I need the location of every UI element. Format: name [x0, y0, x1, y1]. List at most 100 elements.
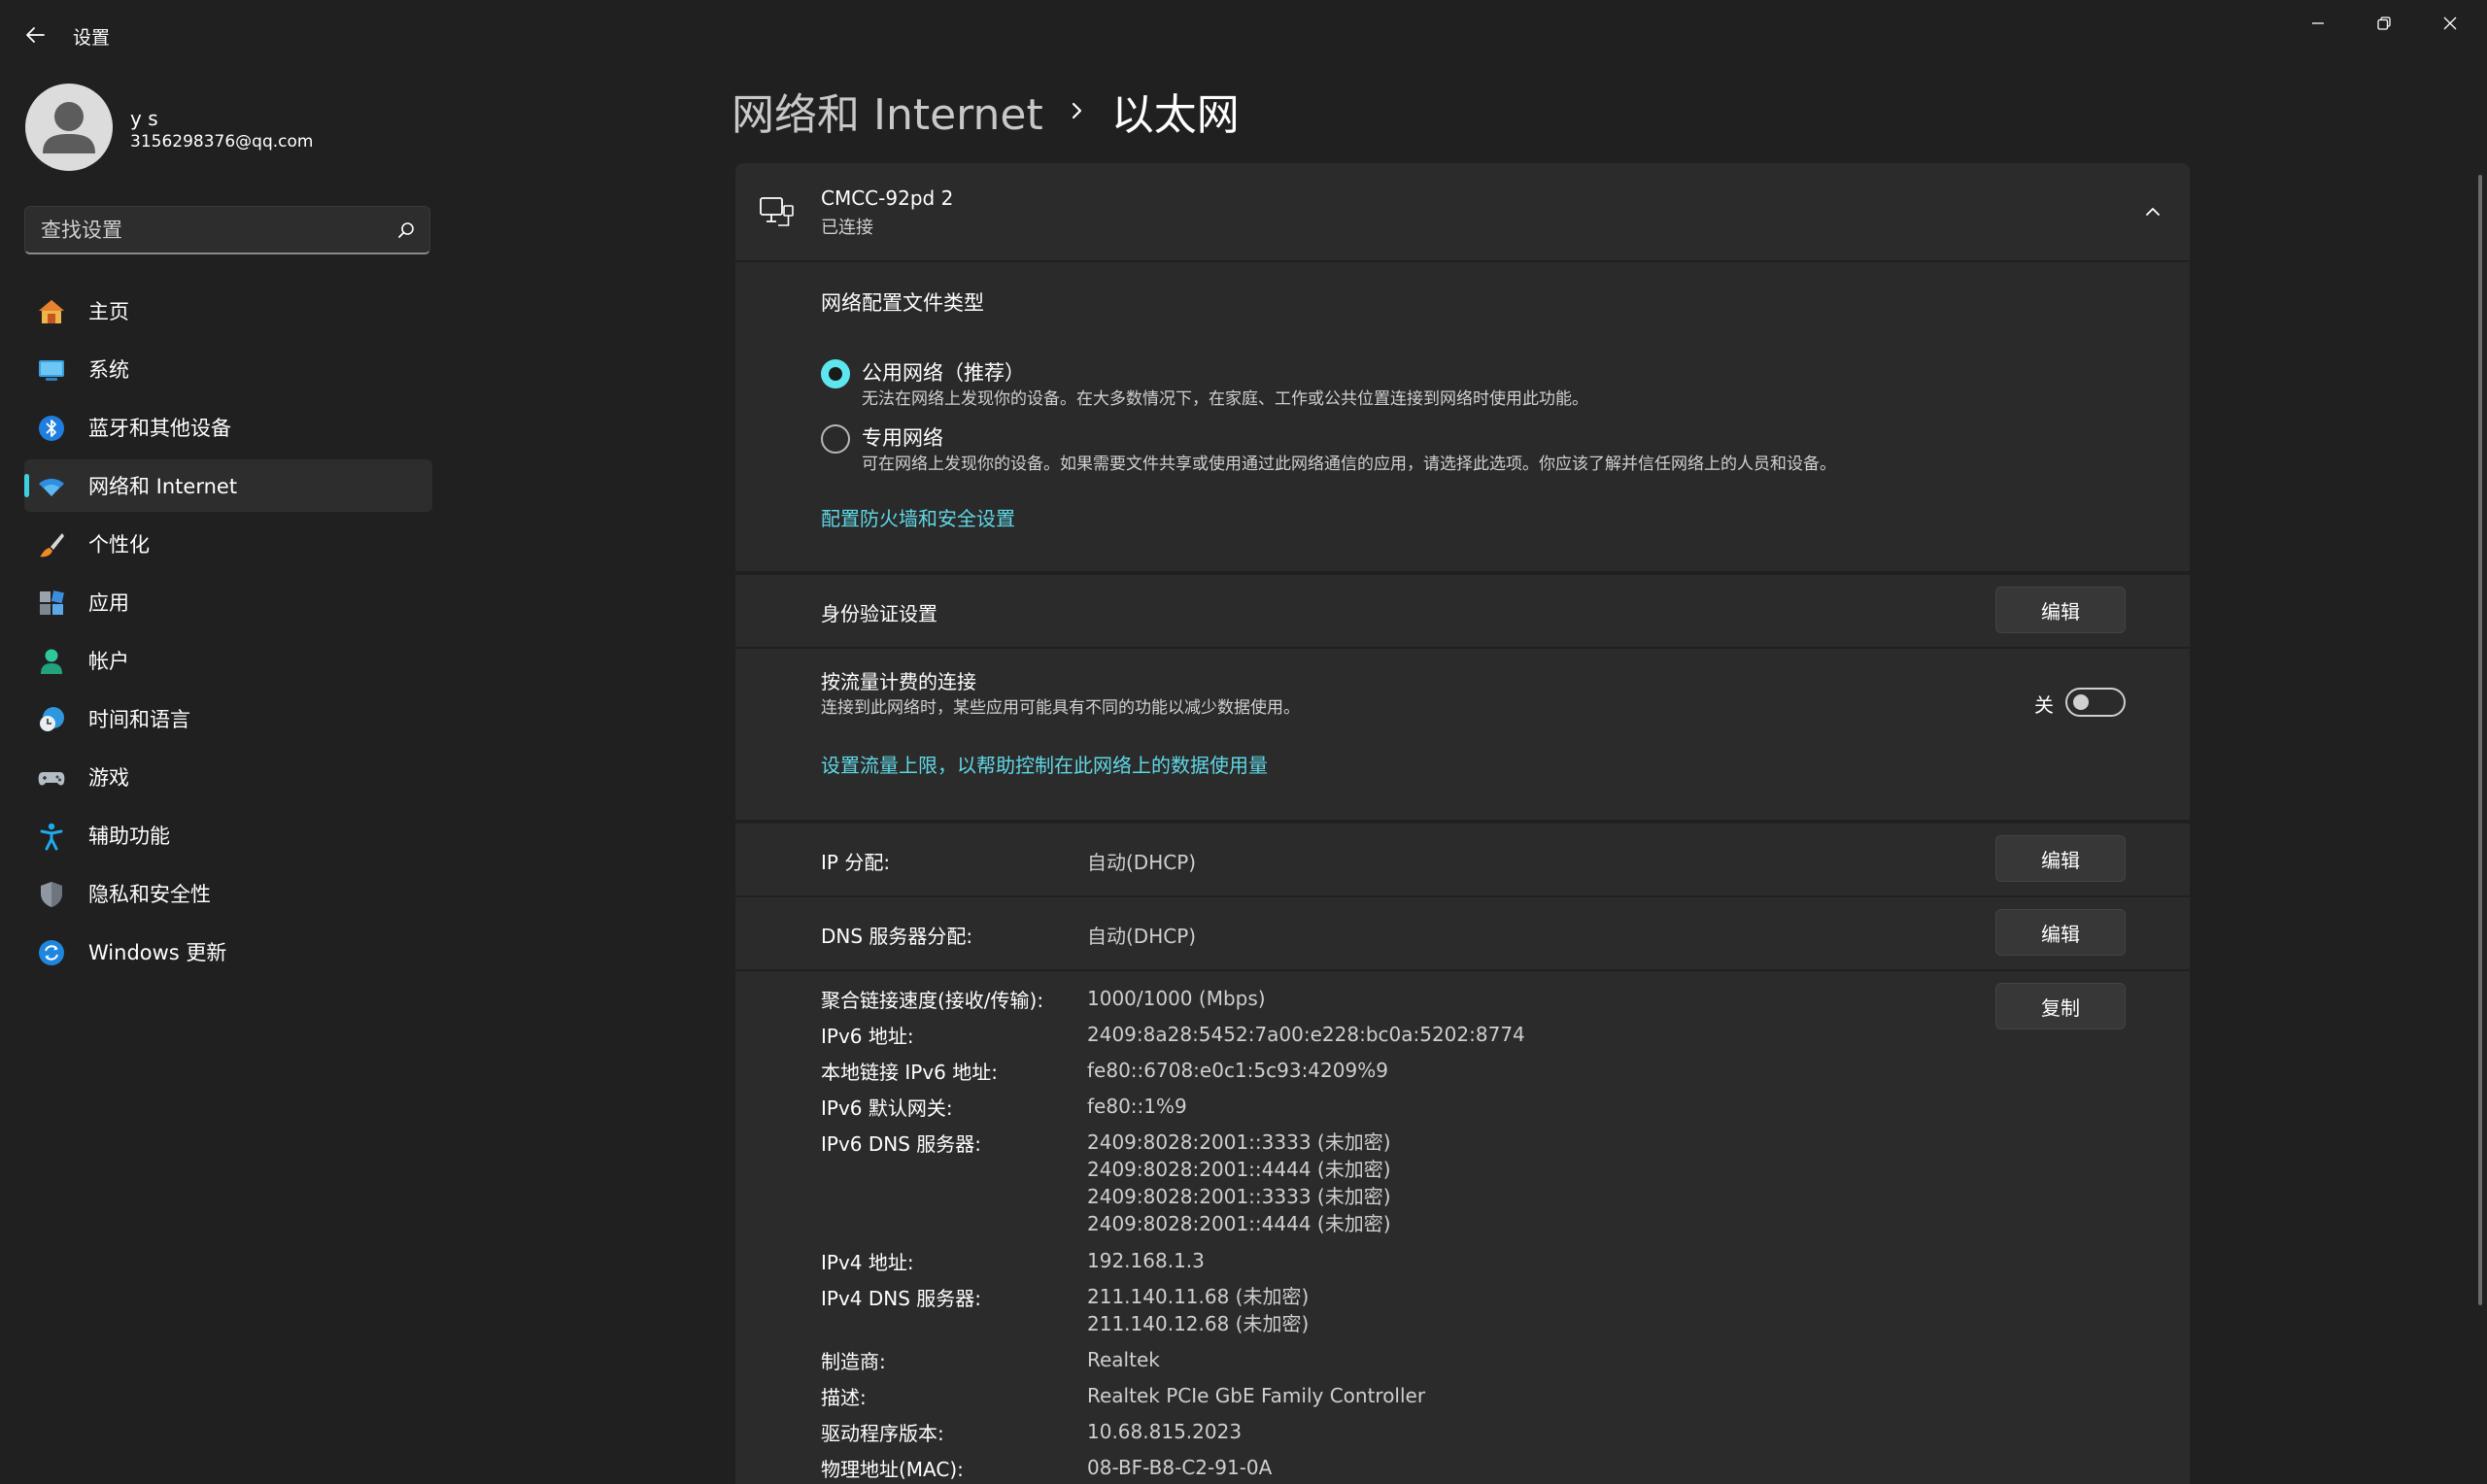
breadcrumb-parent[interactable]: 网络和 Internet [732, 80, 1043, 142]
search-input[interactable] [39, 217, 389, 244]
property-value: 211.140.12.68 (未加密) [1087, 1312, 1310, 1335]
property-value: 192.168.1.3 [1087, 1249, 1205, 1272]
property-key: IPv4 DNS 服务器: [821, 1287, 982, 1310]
avatar[interactable] [25, 84, 113, 171]
ip-assignment-row: IP 分配: 自动(DHCP) 编辑 [735, 824, 2190, 895]
sidebar-item-gaming[interactable]: 游戏 [24, 751, 432, 803]
ethernet-adapter-icon [760, 197, 794, 226]
radio-desc: 无法在网络上发现你的设备。在大多数情况下，在家庭、工作或公共位置连接到网络时使用… [862, 389, 1588, 409]
auth-settings-row: 身份验证设置 编辑 [735, 575, 2190, 647]
row-label: IP 分配: [821, 851, 891, 874]
minimize-button[interactable] [2285, 0, 2351, 47]
row-desc: 连接到此网络时，某些应用可能具有不同的功能以减少数据使用。 [821, 698, 1300, 718]
radio-selected[interactable] [821, 359, 850, 388]
sidebar-item-bluetooth[interactable]: 蓝牙和其他设备 [24, 401, 432, 454]
property-key: IPv4 地址: [821, 1251, 914, 1274]
property-value: 1000/1000 (Mbps) [1087, 987, 1266, 1010]
property-key: 制造商: [821, 1350, 886, 1373]
sidebar-item-accessibility[interactable]: 辅助功能 [24, 809, 432, 861]
radio-label: 专用网络 [862, 426, 943, 450]
row-label: 按流量计费的连接 [821, 670, 976, 693]
property-key: IPv6 地址: [821, 1025, 914, 1048]
account-icon [37, 647, 66, 676]
restore-button[interactable] [2351, 0, 2417, 47]
property-value: 2409:8028:2001::4444 (未加密) [1087, 1158, 1391, 1181]
toggle-state-label: 关 [2034, 693, 2054, 717]
close-icon [2443, 17, 2457, 30]
property-key: 本地链接 IPv6 地址: [821, 1061, 998, 1084]
close-button[interactable] [2417, 0, 2483, 47]
sidebar-item-apps[interactable]: 应用 [24, 576, 432, 628]
data-limit-link[interactable]: 设置流量上限，以帮助控制在此网络上的数据使用量 [821, 750, 1268, 778]
adapter-header[interactable]: CMCC-92pd 2 已连接 [735, 163, 2190, 260]
search-box[interactable] [24, 206, 430, 254]
sidebar-item-label: 游戏 [88, 766, 129, 790]
back-button[interactable] [17, 17, 52, 52]
minimize-icon [2312, 22, 2324, 24]
sidebar-nav: 主页 系统 蓝牙和其他设备 网络和 Internet 个性化 应用 帐户 时间和… [24, 285, 432, 984]
page-title: 以太网 [1110, 90, 1240, 140]
sidebar-item-privacy[interactable]: 隐私和安全性 [24, 867, 432, 920]
copy-button[interactable]: 复制 [1995, 983, 2126, 1029]
collapse-button[interactable] [2135, 194, 2170, 229]
property-value: 08-BF-B8-C2-91-0A [1087, 1456, 1273, 1479]
sidebar-item-label: 帐户 [88, 650, 129, 673]
sidebar-item-label: 网络和 Internet [88, 475, 238, 498]
property-value: fe80::1%9 [1087, 1095, 1187, 1118]
radio-desc: 可在网络上发现你的设备。如果需要文件共享或使用通过此网络通信的应用，请选择此选项… [862, 455, 1836, 474]
sidebar-item-personalization[interactable]: 个性化 [24, 518, 432, 570]
ip-edit-button[interactable]: 编辑 [1995, 835, 2126, 882]
row-value: 自动(DHCP) [1087, 925, 1197, 948]
sidebar-item-network[interactable]: 网络和 Internet [24, 459, 432, 512]
section-title: 网络配置文件类型 [821, 291, 984, 315]
scrollbar[interactable] [2478, 175, 2482, 1305]
sidebar-item-label: 隐私和安全性 [88, 883, 211, 906]
property-value: 2409:8028:2001::3333 (未加密) [1087, 1130, 1391, 1154]
property-key: 物理地址(MAC): [821, 1458, 964, 1481]
search-icon[interactable] [396, 220, 416, 240]
gamepad-icon [37, 763, 66, 793]
sidebar-item-windows-update[interactable]: Windows 更新 [24, 926, 432, 978]
property-value: fe80::6708:e0c1:5c93:4209%9 [1087, 1059, 1388, 1082]
chevron-right-icon [1069, 99, 1086, 122]
metered-toggle[interactable] [2065, 688, 2126, 717]
property-value: 2409:8028:2001::4444 (未加密) [1087, 1212, 1391, 1235]
title-bar: 设置 [0, 0, 2487, 70]
network-profile-section: 网络配置文件类型 公用网络（推荐） 无法在网络上发现你的设备。在大多数情况下，在… [735, 262, 2190, 571]
restore-icon [2377, 17, 2391, 30]
sidebar-item-label: 个性化 [88, 533, 150, 556]
system-icon [37, 355, 66, 385]
sidebar-item-label: 时间和语言 [88, 708, 190, 731]
property-key: 描述: [821, 1386, 867, 1409]
dns-assignment-row: DNS 服务器分配: 自动(DHCP) 编辑 [735, 897, 2190, 969]
back-arrow-icon [26, 27, 45, 43]
sidebar-item-time-language[interactable]: 时间和语言 [24, 692, 432, 745]
sidebar-item-label: 辅助功能 [88, 825, 170, 848]
user-name: y s [130, 107, 158, 130]
adapter-status: 已连接 [821, 218, 873, 238]
sidebar-item-label: 主页 [88, 300, 129, 323]
chevron-up-icon [2146, 208, 2160, 216]
sidebar-item-system[interactable]: 系统 [24, 343, 432, 395]
bluetooth-icon [37, 414, 66, 443]
property-key: 聚合链接速度(接收/传输): [821, 989, 1044, 1012]
row-label: DNS 服务器分配: [821, 925, 973, 948]
wifi-icon [37, 472, 66, 501]
sidebar-item-home[interactable]: 主页 [24, 285, 432, 337]
firewall-settings-link[interactable]: 配置防火墙和安全设置 [821, 503, 1015, 531]
user-email: 3156298376@qq.com [130, 132, 314, 152]
apps-icon [37, 589, 66, 618]
radio-unselected[interactable] [821, 424, 850, 454]
user-avatar-icon [43, 102, 95, 153]
adapter-name: CMCC-92pd 2 [821, 186, 954, 210]
property-value: 2409:8028:2001::3333 (未加密) [1087, 1185, 1391, 1208]
dns-edit-button[interactable]: 编辑 [1995, 909, 2126, 956]
update-icon [37, 938, 66, 967]
auth-edit-button[interactable]: 编辑 [1995, 587, 2126, 633]
sidebar-item-accounts[interactable]: 帐户 [24, 634, 432, 687]
sidebar-item-label: Windows 更新 [88, 941, 227, 964]
properties-section: 复制 聚合链接速度(接收/传输): 1000/1000 (Mbps) IPv6 … [735, 971, 2190, 1484]
property-value: 2409:8a28:5452:7a00:e228:bc0a:5202:8774 [1087, 1023, 1525, 1046]
radio-label: 公用网络（推荐） [862, 361, 1025, 385]
brush-icon [37, 530, 66, 559]
